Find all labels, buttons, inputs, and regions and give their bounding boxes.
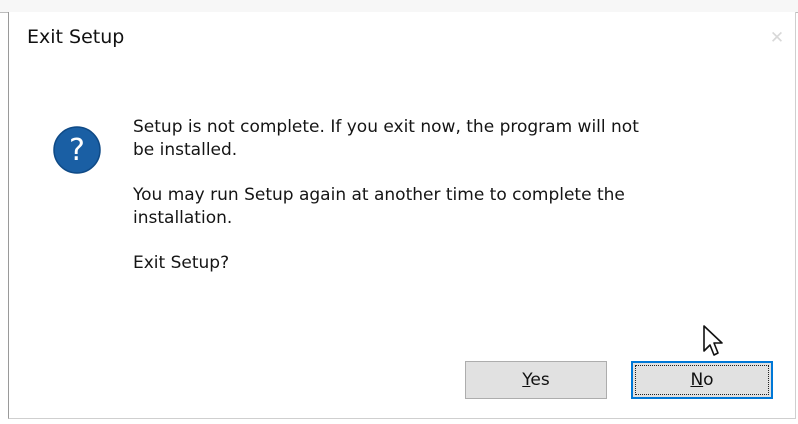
yes-button[interactable]: Yes (465, 361, 607, 399)
message-block: Setup is not complete. If you exit now, … (133, 116, 753, 275)
svg-text:?: ? (69, 133, 85, 168)
yes-label-rest: es (530, 370, 550, 390)
exit-question: Exit Setup? (133, 253, 230, 273)
message-line-4: installation. (133, 208, 233, 228)
dialog-title: Exit Setup (27, 26, 125, 48)
close-icon[interactable]: ✕ (769, 30, 785, 47)
button-area: Yes No (9, 338, 795, 418)
message-line-2: be installed. (133, 140, 238, 160)
no-button[interactable]: No (631, 361, 773, 399)
message-line-1: Setup is not complete. If you exit now, … (133, 117, 639, 137)
mouse-cursor-icon (703, 325, 723, 356)
exit-setup-dialog: Exit Setup ✕ ? Setup is not complete. If… (8, 12, 796, 419)
title-bar[interactable]: Exit Setup ✕ (9, 12, 795, 64)
message-line-3: You may run Setup again at another time … (133, 185, 625, 205)
question-icon: ? (53, 126, 101, 174)
focus-ring (635, 365, 769, 395)
dialog-content: ? Setup is not complete. If you exit now… (9, 64, 795, 338)
